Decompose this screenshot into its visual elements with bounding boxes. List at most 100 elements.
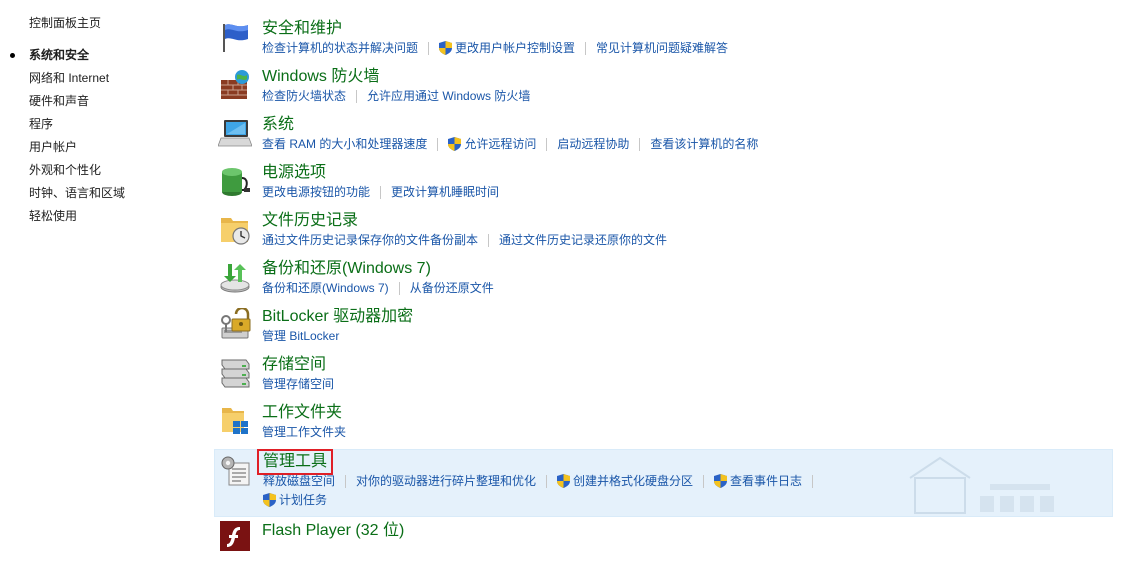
category-title[interactable]: 备份和还原(Windows 7) — [262, 259, 431, 279]
check-status-link[interactable]: 检查计算机的状态并解决问题 — [262, 40, 418, 56]
firewall-icon — [221, 70, 249, 99]
disk-cleanup-link[interactable]: 释放磁盘空间 — [263, 473, 335, 489]
manage-work-folders-link[interactable]: 管理工作文件夹 — [262, 424, 346, 440]
schedule-tasks-link[interactable]: 计划任务 — [263, 492, 327, 508]
category-title[interactable]: 文件历史记录 — [262, 211, 358, 231]
category-title[interactable]: 存储空间 — [262, 355, 326, 375]
watermark-logo — [909, 456, 1054, 514]
link-label: 查看事件日志 — [730, 474, 803, 488]
category-links: 更改电源按钮的功能 更改计算机睡眠时间 — [262, 184, 499, 200]
category-title[interactable]: 管理工具 — [256, 449, 334, 475]
uac-shield-icon — [557, 474, 571, 488]
category-backup-restore: 备份和还原(Windows 7) 备份和还原(Windows 7) 从备份还原文… — [214, 258, 1113, 302]
sidebar-item-label: 系统和安全 — [29, 48, 90, 62]
category-links: 检查计算机的状态并解决问题 更改用户帐户控制设置 常见计算机问题疑难解答 — [262, 40, 728, 56]
separator — [428, 41, 430, 55]
troubleshoot-link[interactable]: 常见计算机问题疑难解答 — [596, 40, 728, 56]
save-backup-link[interactable]: 通过文件历史记录保存你的文件备份副本 — [262, 232, 478, 248]
power-button-link[interactable]: 更改电源按钮的功能 — [262, 184, 370, 200]
uac-shield-icon — [714, 474, 728, 488]
bitlocker-icon — [221, 308, 251, 339]
category-title[interactable]: 工作文件夹 — [262, 403, 342, 423]
category-storage-spaces: 存储空间 管理存储空间 — [214, 354, 1113, 398]
category-links: 释放磁盘空间 对你的驱动器进行碎片整理和优化 创建并格式化硬盘分区 查看事件日志 — [263, 473, 823, 489]
separator — [703, 474, 705, 488]
uac-shield-icon — [448, 137, 462, 151]
sidebar-item-user-accounts[interactable]: 用户帐户 — [29, 138, 125, 161]
computer-icon — [218, 120, 252, 147]
sleep-time-link[interactable]: 更改计算机睡眠时间 — [391, 184, 499, 200]
sidebar-nav: 系统和安全 网络和 Internet 硬件和声音 程序 用户帐户 外观和个性化 … — [10, 46, 125, 230]
separator — [488, 233, 490, 247]
category-title[interactable]: 电源选项 — [262, 163, 326, 183]
separator — [812, 474, 814, 488]
file-history-icon — [221, 218, 250, 245]
link-label: 创建并格式化硬盘分区 — [573, 474, 694, 488]
restore-from-backup-link[interactable]: 从备份还原文件 — [410, 280, 494, 296]
category-security-maintenance: 安全和维护 检查计算机的状态并解决问题 更改用户帐户控制设置 常见计算机问题疑难… — [214, 18, 1113, 62]
sidebar-item-network[interactable]: 网络和 Internet — [29, 69, 125, 92]
category-file-history: 文件历史记录 通过文件历史记录保存你的文件备份副本 通过文件历史记录还原你的文件 — [214, 210, 1113, 254]
category-links: 管理 BitLocker — [262, 328, 339, 344]
category-links: 管理存储空间 — [262, 376, 334, 392]
category-links: 查看 RAM 的大小和处理器速度 允许远程访问 启动远程协助 查看该计算机的名称 — [262, 136, 758, 152]
work-folders-icon — [222, 408, 248, 434]
category-power-options: 电源选项 更改电源按钮的功能 更改计算机睡眠时间 — [214, 162, 1113, 206]
category-title[interactable]: Windows 防火墙 — [262, 67, 379, 87]
flash-player-icon — [220, 521, 250, 551]
sidebar-item-programs[interactable]: 程序 — [29, 115, 125, 138]
control-panel-home-link[interactable]: 控制面板主页 — [29, 14, 101, 31]
separator — [546, 137, 548, 151]
allow-app-firewall-link[interactable]: 允许应用通过 Windows 防火墙 — [367, 88, 530, 104]
manage-bitlocker-link[interactable]: 管理 BitLocker — [262, 328, 339, 344]
allow-remote-access-link[interactable]: 允许远程访问 — [448, 136, 536, 152]
separator — [639, 137, 641, 151]
category-links: 通过文件历史记录保存你的文件备份副本 通过文件历史记录还原你的文件 — [262, 232, 667, 248]
active-bullet-icon — [10, 53, 15, 58]
separator — [356, 89, 358, 103]
view-ram-cpu-link[interactable]: 查看 RAM 的大小和处理器速度 — [262, 136, 427, 152]
link-label: 计划任务 — [279, 493, 328, 507]
category-work-folders: 工作文件夹 管理工作文件夹 — [214, 402, 1113, 446]
computer-name-link[interactable]: 查看该计算机的名称 — [650, 136, 758, 152]
battery-icon — [222, 168, 250, 196]
sidebar-item-system-security[interactable]: 系统和安全 — [10, 46, 125, 69]
flag-icon — [223, 24, 248, 52]
category-title[interactable]: 系统 — [262, 115, 294, 135]
category-bitlocker: BitLocker 驱动器加密 管理 BitLocker — [214, 306, 1113, 350]
remote-assistance-link[interactable]: 启动远程协助 — [557, 136, 629, 152]
separator — [345, 474, 347, 488]
category-firewall: Windows 防火墙 检查防火墙状态 允许应用通过 Windows 防火墙 — [214, 66, 1113, 110]
storage-icon — [221, 359, 250, 388]
admin-tools-icon — [221, 456, 250, 486]
uac-shield-icon — [263, 493, 276, 507]
manage-storage-link[interactable]: 管理存储空间 — [262, 376, 334, 392]
separator — [437, 137, 439, 151]
category-links: 备份和还原(Windows 7) 从备份还原文件 — [262, 280, 494, 296]
restore-files-link[interactable]: 通过文件历史记录还原你的文件 — [499, 232, 667, 248]
check-firewall-status-link[interactable]: 检查防火墙状态 — [262, 88, 346, 104]
sidebar-item-hardware-sound[interactable]: 硬件和声音 — [29, 92, 125, 115]
link-label: 更改用户帐户控制设置 — [455, 41, 576, 55]
separator — [585, 41, 587, 55]
separator — [380, 185, 382, 199]
category-flash-player: Flash Player (32 位) — [214, 519, 1113, 559]
backup-restore-link[interactable]: 备份和还原(Windows 7) — [262, 280, 389, 296]
sidebar-item-clock-region[interactable]: 时钟、语言和区域 — [29, 184, 125, 207]
sidebar-item-ease-of-access[interactable]: 轻松使用 — [29, 207, 125, 230]
separator — [398, 281, 400, 295]
uac-settings-link[interactable]: 更改用户帐户控制设置 — [439, 40, 575, 56]
category-title[interactable]: BitLocker 驱动器加密 — [262, 307, 413, 327]
category-links-row2: 计划任务 — [263, 492, 327, 508]
category-links: 检查防火墙状态 允许应用通过 Windows 防火墙 — [262, 88, 530, 104]
link-label: 允许远程访问 — [464, 137, 537, 151]
category-system: 系统 查看 RAM 的大小和处理器速度 允许远程访问 启动远程协助 查看该计算机… — [214, 114, 1113, 158]
sidebar-item-appearance[interactable]: 外观和个性化 — [29, 161, 125, 184]
category-title[interactable]: 安全和维护 — [262, 19, 342, 39]
uac-shield-icon — [439, 41, 453, 55]
category-title[interactable]: Flash Player (32 位) — [262, 521, 404, 541]
defragment-link[interactable]: 对你的驱动器进行碎片整理和优化 — [356, 473, 536, 489]
view-event-logs-link[interactable]: 查看事件日志 — [714, 473, 802, 489]
separator — [546, 474, 548, 488]
create-format-partition-link[interactable]: 创建并格式化硬盘分区 — [557, 473, 693, 489]
